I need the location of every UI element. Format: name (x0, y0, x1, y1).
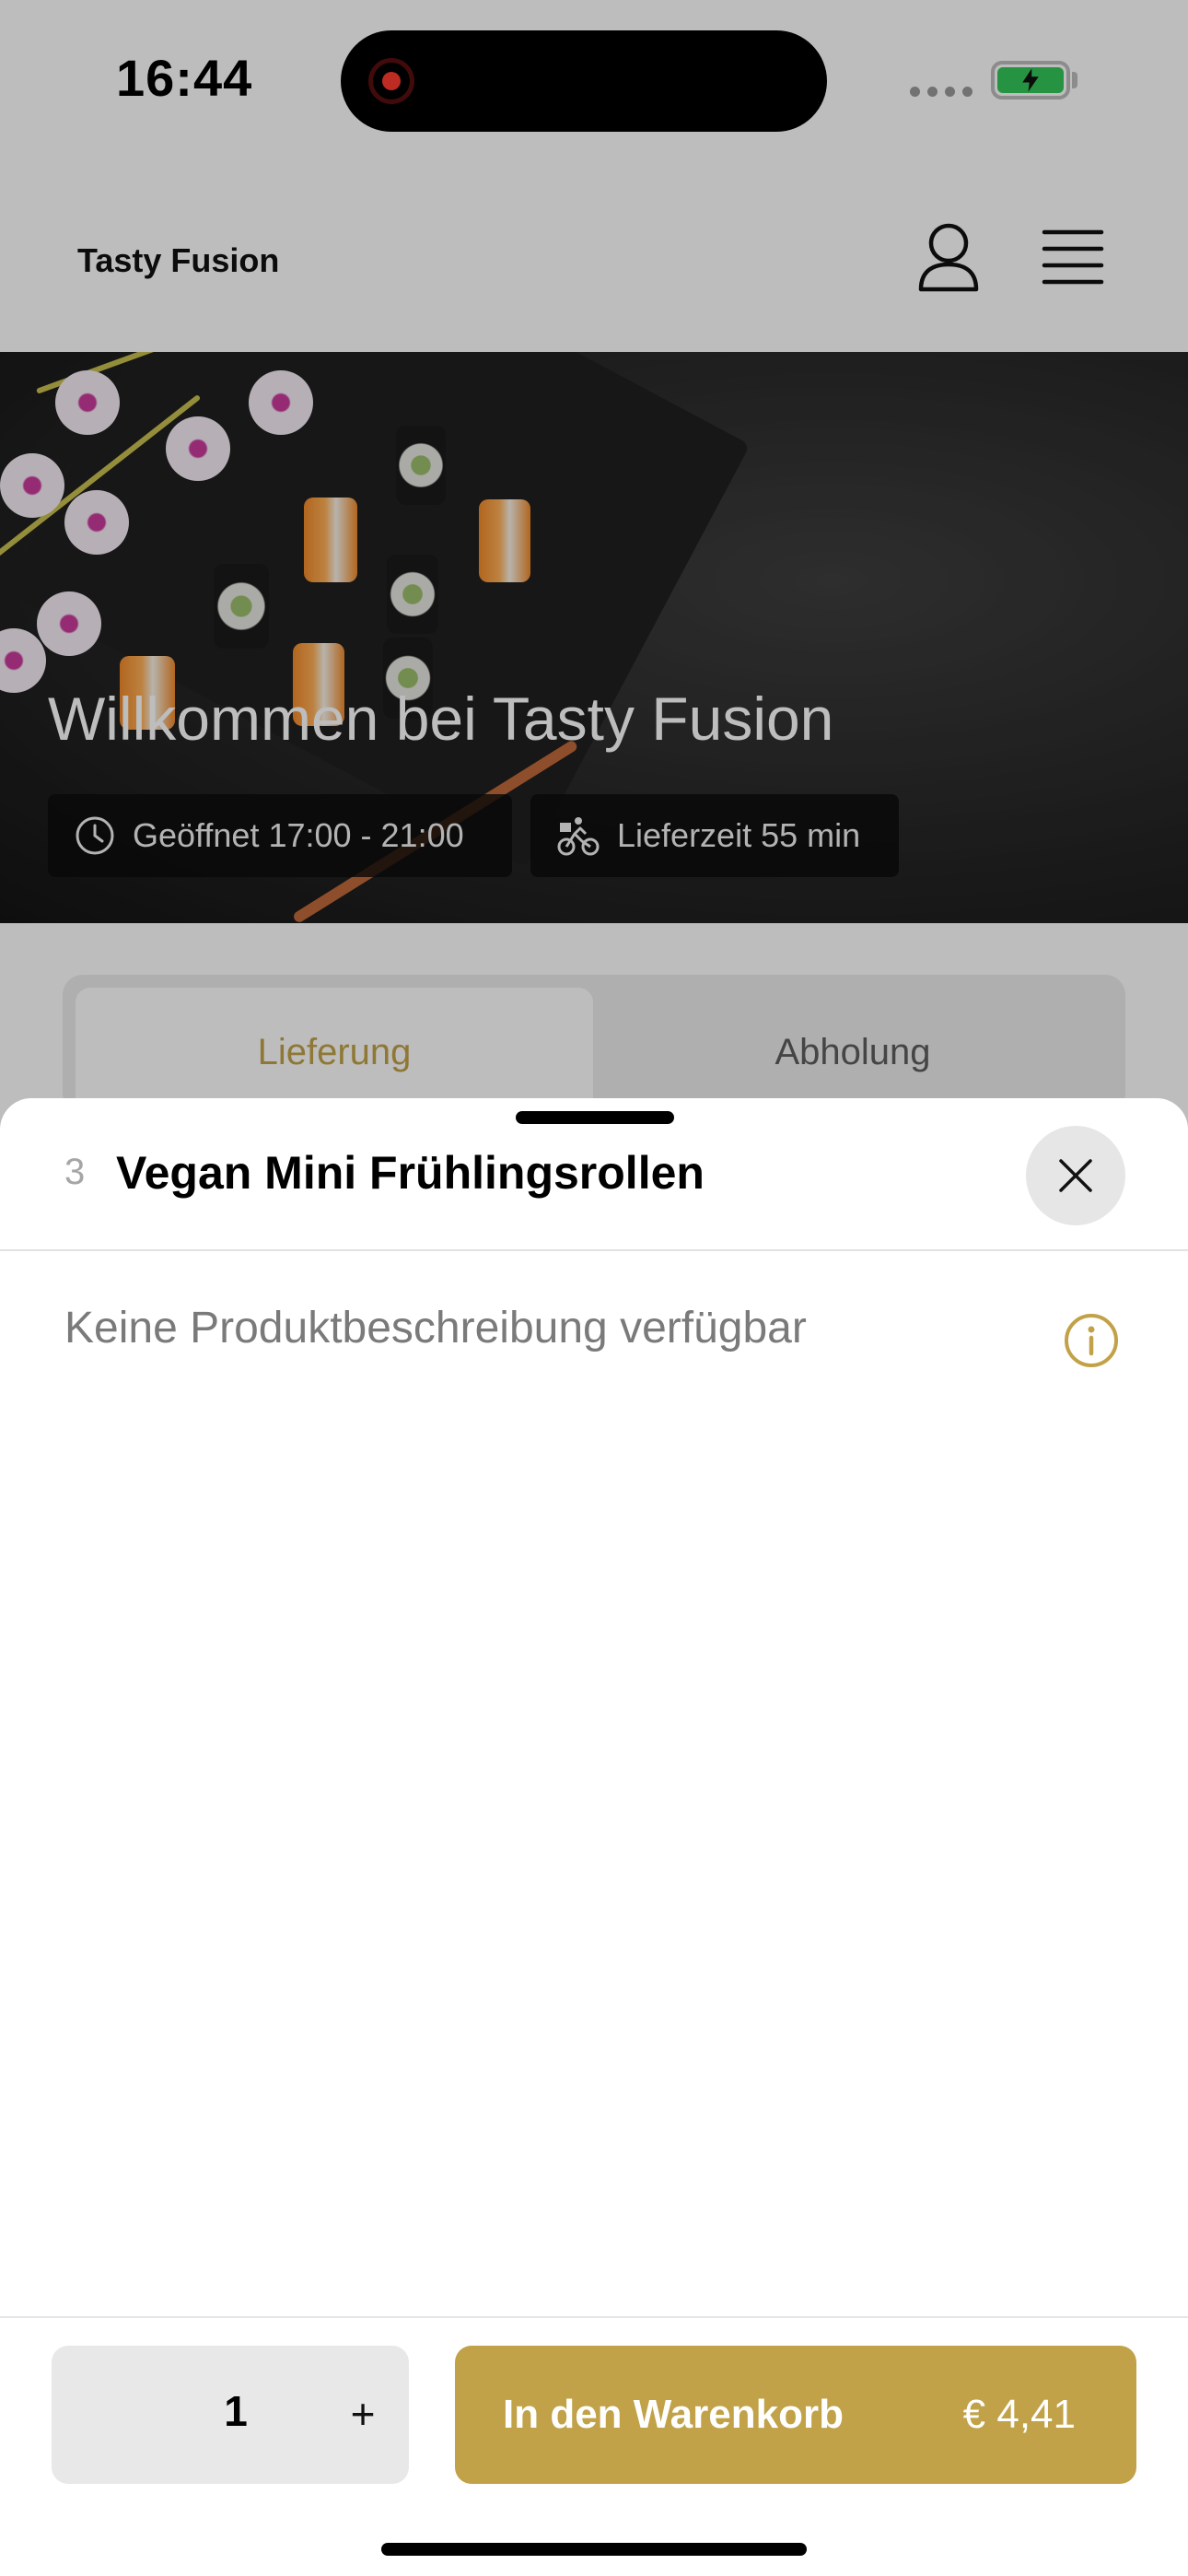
product-info-button[interactable] (1063, 1312, 1120, 1369)
product-number: 3 (64, 1152, 86, 1192)
add-to-cart-button[interactable]: In den Warenkorb € 4,41 (455, 2346, 1136, 2484)
add-to-cart-label: In den Warenkorb (503, 2392, 844, 2437)
sheet-footer: 1 + In den Warenkorb € 4,41 (0, 2316, 1188, 2576)
quantity-increase-button[interactable]: + (328, 2379, 398, 2449)
product-description: Keine Produktbeschreibung verfügbar (64, 1304, 807, 1352)
home-indicator[interactable] (381, 2543, 807, 2556)
quantity-value: 1 (224, 2387, 248, 2435)
info-icon (1065, 1314, 1118, 1367)
quantity-stepper: 1 + (52, 2346, 409, 2484)
cart-price: € 4,41 (962, 2392, 1076, 2437)
close-button[interactable] (1026, 1126, 1125, 1225)
close-icon (1059, 1159, 1092, 1192)
product-title: Vegan Mini Frühlingsrollen (116, 1147, 705, 1199)
product-sheet-header: 3 Vegan Mini Frühlingsrollen (0, 1098, 1188, 1251)
sheet-grabber[interactable] (516, 1111, 674, 1124)
